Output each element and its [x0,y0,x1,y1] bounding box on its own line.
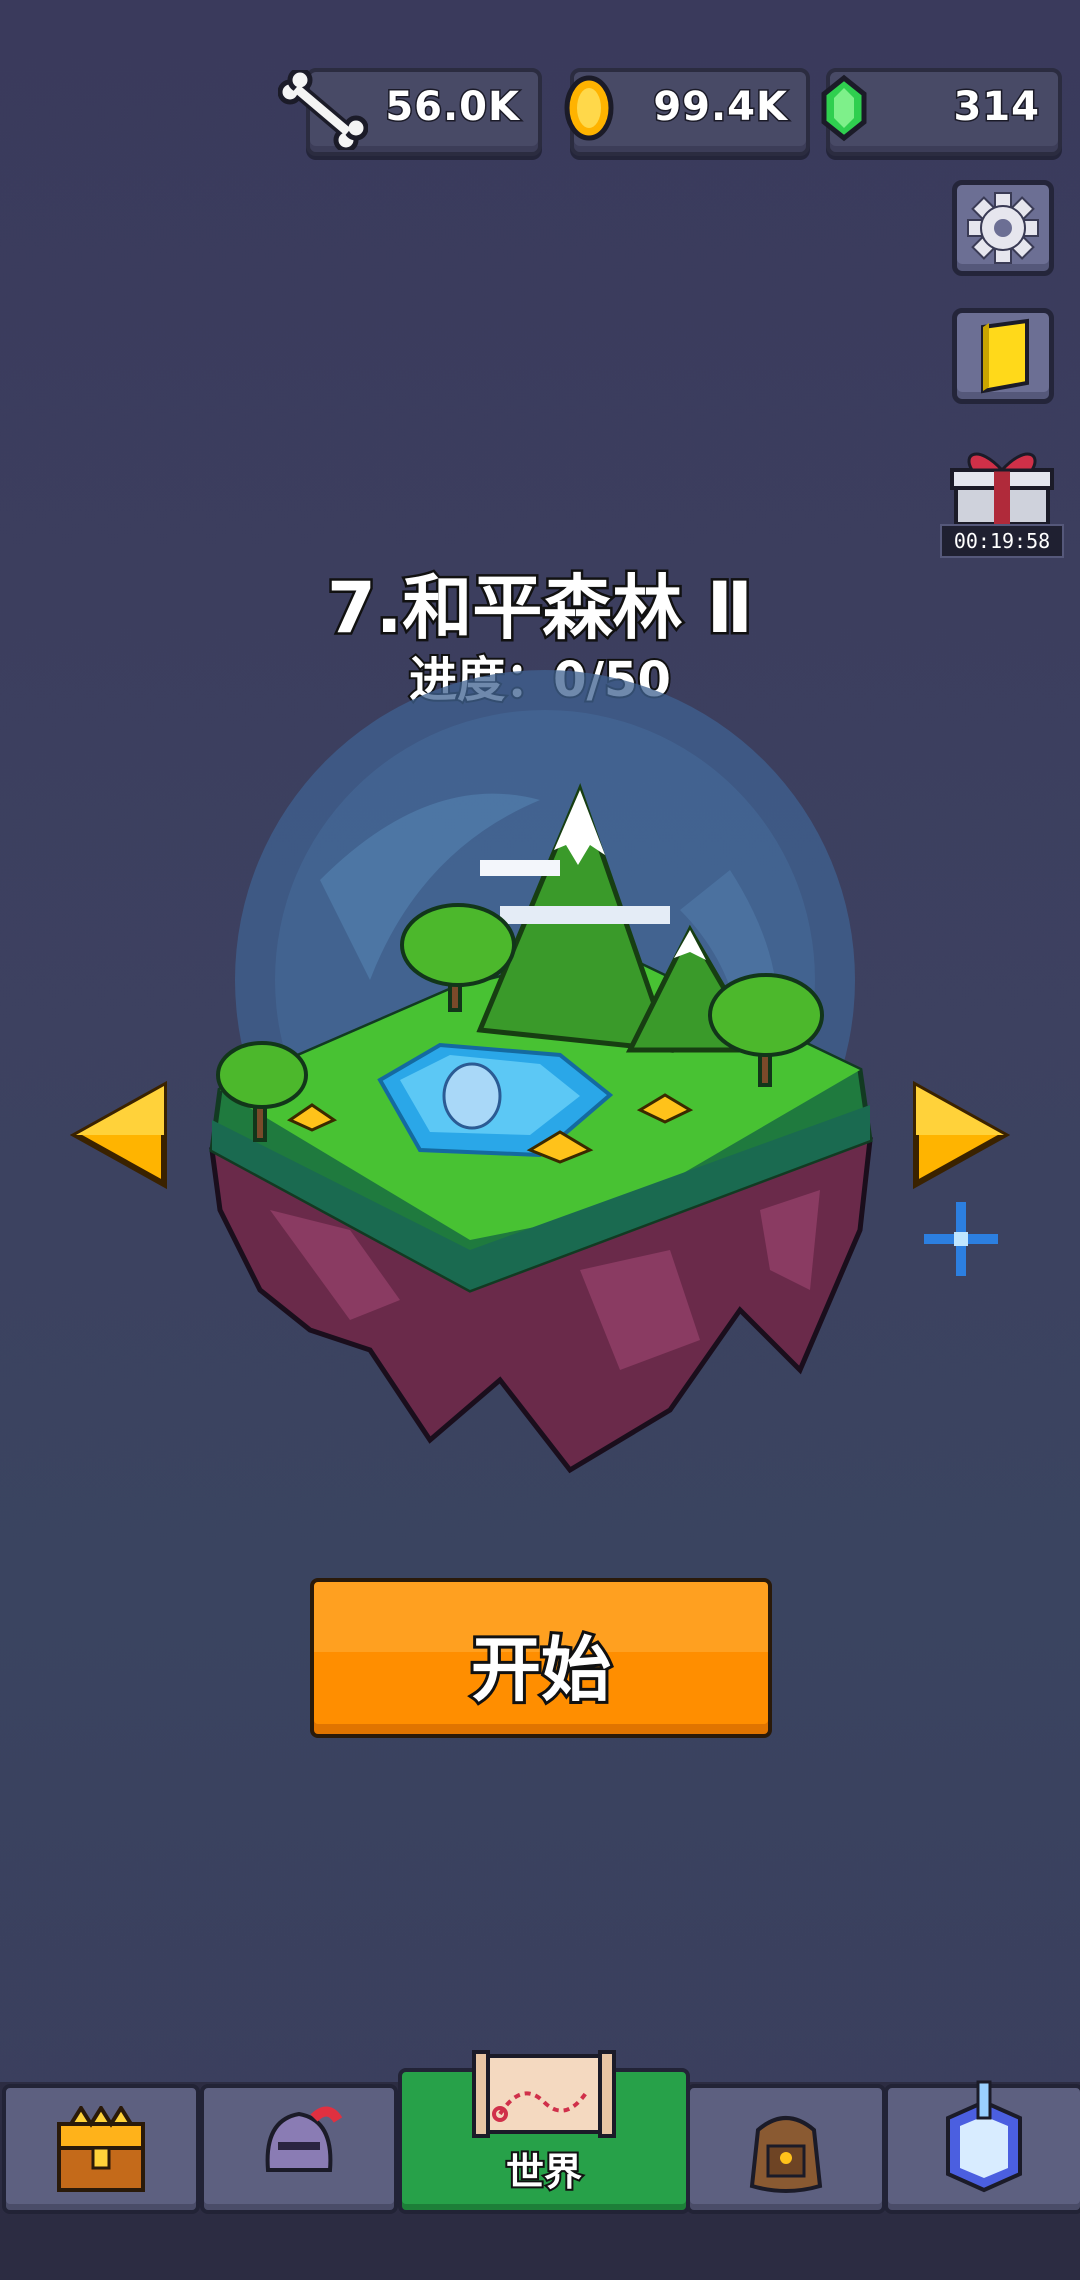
gem-icon [821,74,867,142]
floating-island-illustration [209,670,873,1474]
backpack-icon [749,2116,823,2193]
gift-icon[interactable] [948,440,1056,530]
bone-icon [278,70,368,150]
level-title: 7.和平森林 Ⅱ [325,565,756,652]
book-icon [981,318,1029,394]
tab-hero[interactable] [200,2084,398,2214]
bones-value: 56.0K [384,83,521,132]
sparkle-icon [924,1202,998,1276]
crystal-portal-icon [946,2080,1022,2193]
previous-level-arrow[interactable] [70,1080,170,1190]
tab-backpack[interactable] [686,2084,886,2214]
world-map-icon [472,2050,616,2138]
start-button[interactable]: 开始 [310,1578,772,1738]
tab-world-label: 世界 [504,2148,584,2196]
treasure-chest-icon [57,2106,145,2192]
next-level-arrow[interactable] [910,1080,1010,1190]
coins-value: 99.4K [652,83,789,132]
knight-helmet-icon [265,2106,343,2172]
settings-button[interactable] [952,180,1054,276]
tab-portal[interactable] [884,2080,1080,2214]
gems-value: 314 [952,83,1040,132]
tab-world[interactable]: 世界 [398,2050,690,2214]
coin-icon [564,75,614,141]
book-button[interactable] [952,308,1054,404]
start-button-label: 开始 [468,1626,614,1714]
gear-icon [967,192,1039,264]
tab-treasure[interactable] [2,2084,200,2214]
